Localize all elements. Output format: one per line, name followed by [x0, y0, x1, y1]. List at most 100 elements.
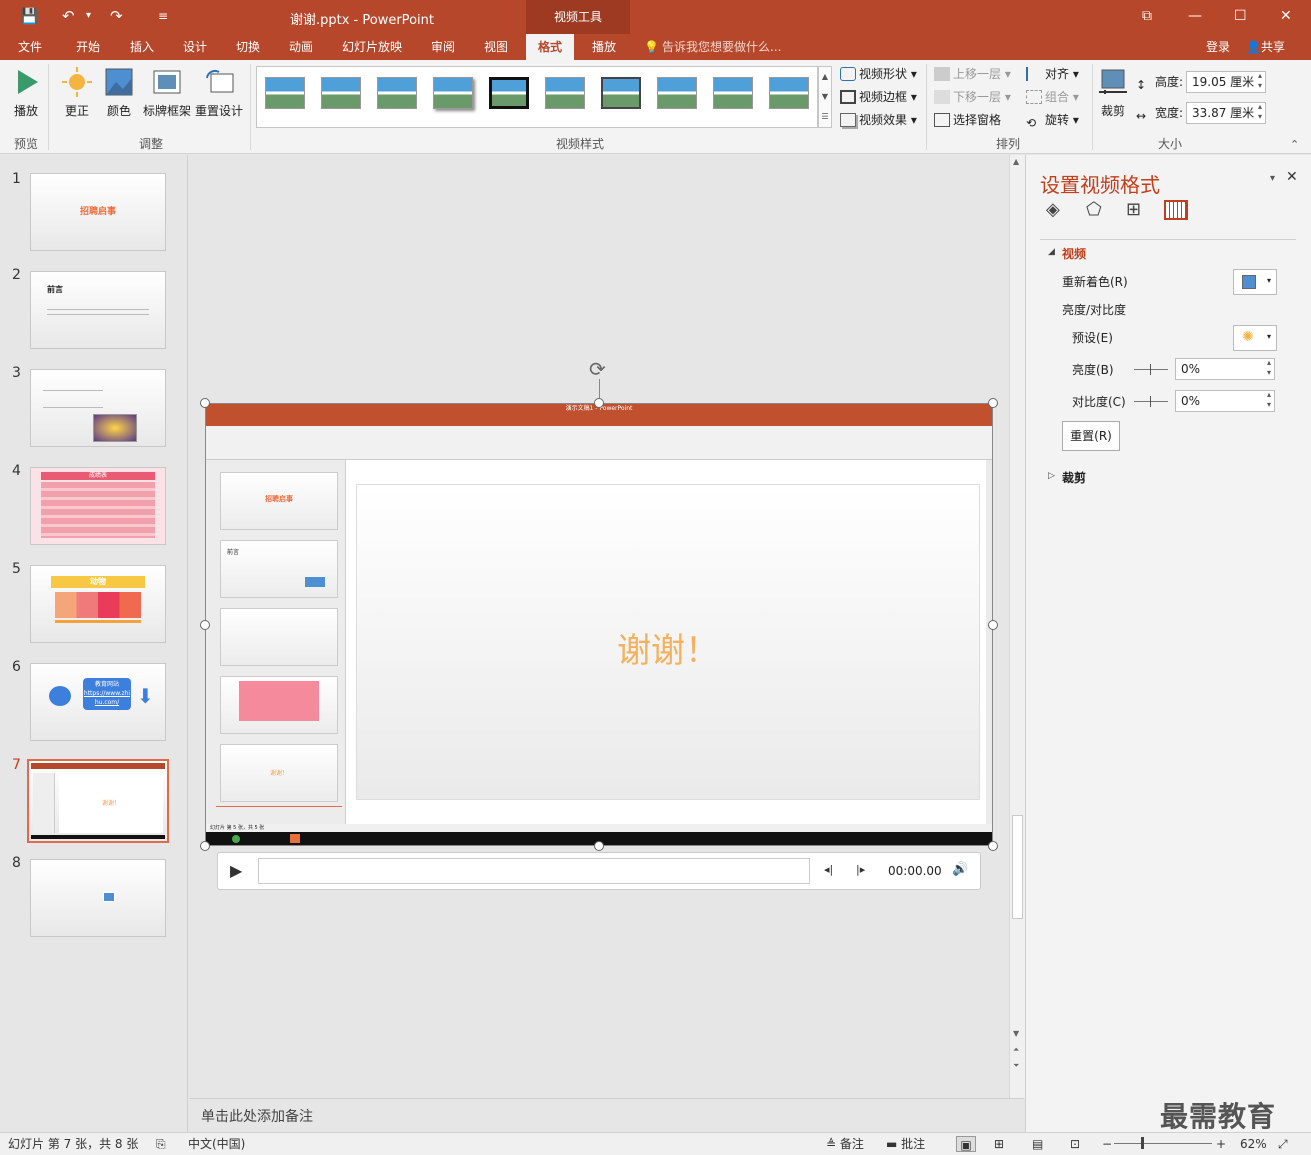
- slideshow-view-icon[interactable]: ⊡: [1070, 1136, 1080, 1152]
- undo-dropdown-icon[interactable]: ▾: [86, 6, 91, 26]
- slide-sorter-icon[interactable]: ⊞: [994, 1136, 1004, 1152]
- tab-insert[interactable]: 插入: [130, 38, 154, 56]
- zoom-slider[interactable]: [1114, 1143, 1212, 1144]
- resize-handle[interactable]: [988, 620, 998, 630]
- normal-view-icon[interactable]: ▣: [956, 1136, 976, 1152]
- slide-thumbnail-8[interactable]: [30, 859, 166, 937]
- redo-icon[interactable]: ↷: [110, 6, 123, 26]
- zoom-slider-thumb[interactable]: [1141, 1137, 1144, 1149]
- step-forward-icon[interactable]: |▸: [856, 863, 865, 876]
- video-frame[interactable]: 演示文稿1 - PowerPoint 招聘启事 前言 谢谢！ 谢谢！ 幻灯片 第…: [205, 403, 993, 846]
- previous-slide-icon[interactable]: ⏶: [1013, 1045, 1019, 1055]
- video-effect-button[interactable]: 视频效果 ▾: [840, 110, 917, 130]
- video-style-thumb[interactable]: [321, 77, 361, 109]
- reset-button[interactable]: 重置(R): [1062, 421, 1120, 451]
- share-button[interactable]: 👤共享: [1246, 38, 1285, 56]
- collapse-ribbon-icon[interactable]: ⌃: [1290, 138, 1299, 151]
- volume-icon[interactable]: 🔊: [952, 862, 968, 877]
- fill-line-icon[interactable]: ◈: [1046, 199, 1060, 220]
- collapse-video-icon[interactable]: ◢: [1048, 247, 1055, 257]
- video-border-button[interactable]: 视频边框 ▾: [840, 87, 917, 107]
- brightness-slider-thumb[interactable]: [1150, 364, 1151, 375]
- crop-button[interactable]: 裁剪: [1094, 66, 1132, 119]
- resize-handle[interactable]: [200, 841, 210, 851]
- video-style-thumb[interactable]: [545, 77, 585, 109]
- media-progress-bar[interactable]: [258, 858, 810, 884]
- slide-thumbnail-5[interactable]: 动物: [30, 565, 166, 643]
- height-input[interactable]: 19.05 厘米: [1186, 71, 1266, 93]
- resize-handle[interactable]: [594, 841, 604, 851]
- language-status[interactable]: 中文(中国): [188, 1136, 245, 1152]
- video-style-thumb[interactable]: [713, 77, 753, 109]
- preset-dropdown[interactable]: ✺ ▾: [1233, 325, 1277, 351]
- tab-home[interactable]: 开始: [76, 38, 100, 56]
- tell-me-input[interactable]: 告诉我您想要做什么...: [662, 38, 781, 56]
- customize-toolbar-icon[interactable]: ≡: [158, 6, 168, 26]
- tab-transitions[interactable]: 切换: [236, 38, 260, 56]
- effects-icon[interactable]: ⬠: [1086, 199, 1102, 220]
- recolor-dropdown[interactable]: ▾: [1233, 269, 1277, 295]
- zoom-level[interactable]: 62%: [1240, 1136, 1267, 1152]
- notes-pane[interactable]: 单击此处添加备注: [189, 1098, 1024, 1132]
- notes-button[interactable]: ≜ 备注: [826, 1136, 864, 1152]
- video-style-thumb[interactable]: [377, 77, 417, 109]
- minimize-button[interactable]: —: [1188, 6, 1202, 26]
- zoom-in-icon[interactable]: +: [1216, 1136, 1226, 1152]
- play-media-icon[interactable]: ▶: [230, 861, 242, 880]
- contrast-input[interactable]: 0%: [1175, 390, 1275, 412]
- spelling-check-icon[interactable]: ⎘: [156, 1136, 166, 1152]
- close-button[interactable]: ✕: [1280, 6, 1292, 26]
- play-button[interactable]: 播放: [4, 66, 48, 119]
- video-style-thumb[interactable]: [601, 77, 641, 109]
- video-settings-icon[interactable]: [1164, 200, 1188, 220]
- video-style-thumb[interactable]: [433, 77, 473, 109]
- vertical-scrollbar[interactable]: ▲ ▼ ⏶ ⏷: [1009, 155, 1025, 1098]
- login-link[interactable]: 登录: [1206, 38, 1230, 56]
- save-icon[interactable]: 💾: [20, 6, 39, 26]
- resize-handle[interactable]: [200, 398, 210, 408]
- tab-animations[interactable]: 动画: [289, 38, 313, 56]
- brightness-slider[interactable]: [1134, 369, 1168, 370]
- tab-view[interactable]: 视图: [484, 38, 508, 56]
- bring-forward-button[interactable]: 上移一层 ▾: [934, 64, 1011, 84]
- reading-view-icon[interactable]: ▤: [1032, 1136, 1043, 1152]
- contrast-slider[interactable]: [1134, 401, 1168, 402]
- section-video[interactable]: 视频: [1062, 245, 1086, 262]
- tab-file[interactable]: 文件: [18, 38, 42, 56]
- scroll-up-icon[interactable]: ▲: [1013, 157, 1019, 166]
- slide-thumbnail-2[interactable]: 前言: [30, 271, 166, 349]
- next-slide-icon[interactable]: ⏷: [1013, 1061, 1019, 1071]
- section-crop[interactable]: 裁剪: [1062, 469, 1086, 486]
- tab-slideshow[interactable]: 幻灯片放映: [342, 38, 402, 56]
- brightness-input[interactable]: 0%: [1175, 358, 1275, 380]
- tab-review[interactable]: 审阅: [431, 38, 455, 56]
- pane-close-icon[interactable]: ✕: [1286, 169, 1298, 185]
- reset-design-button[interactable]: 重置设计: [194, 66, 244, 119]
- maximize-button[interactable]: ☐: [1234, 6, 1247, 26]
- width-input[interactable]: 33.87 厘米: [1186, 102, 1266, 124]
- contrast-slider-thumb[interactable]: [1150, 396, 1151, 407]
- slide-thumbnail-7-selected[interactable]: 谢谢！: [27, 759, 169, 843]
- video-style-thumb[interactable]: [265, 77, 305, 109]
- fit-to-window-icon[interactable]: ⤢: [1278, 1136, 1288, 1152]
- color-button[interactable]: 颜色: [97, 66, 141, 119]
- comments-button[interactable]: ▬ 批注: [886, 1136, 925, 1152]
- ribbon-display-icon[interactable]: ⧉: [1142, 6, 1152, 26]
- undo-icon[interactable]: ↶: [62, 6, 75, 26]
- resize-handle[interactable]: [988, 841, 998, 851]
- tab-design[interactable]: 设计: [183, 38, 207, 56]
- slide-thumbnail-4[interactable]: 成绩表: [30, 467, 166, 545]
- resize-handle[interactable]: [594, 398, 604, 408]
- rotate-handle-icon[interactable]: ⟳: [589, 357, 606, 381]
- gallery-scroll[interactable]: ▲ ▼ ☰: [818, 66, 832, 128]
- video-shape-button[interactable]: 视频形状 ▾: [840, 64, 917, 84]
- video-style-thumb[interactable]: [657, 77, 697, 109]
- video-style-thumb[interactable]: [489, 77, 529, 109]
- rotate-button[interactable]: ⟲ 旋转 ▾: [1026, 110, 1079, 130]
- resize-handle[interactable]: [988, 398, 998, 408]
- resize-handle[interactable]: [200, 620, 210, 630]
- zoom-out-icon[interactable]: −: [1102, 1136, 1112, 1152]
- tab-format[interactable]: 格式: [526, 34, 575, 60]
- step-back-icon[interactable]: ◂|: [824, 863, 833, 876]
- slide-thumbnail-3[interactable]: [30, 369, 166, 447]
